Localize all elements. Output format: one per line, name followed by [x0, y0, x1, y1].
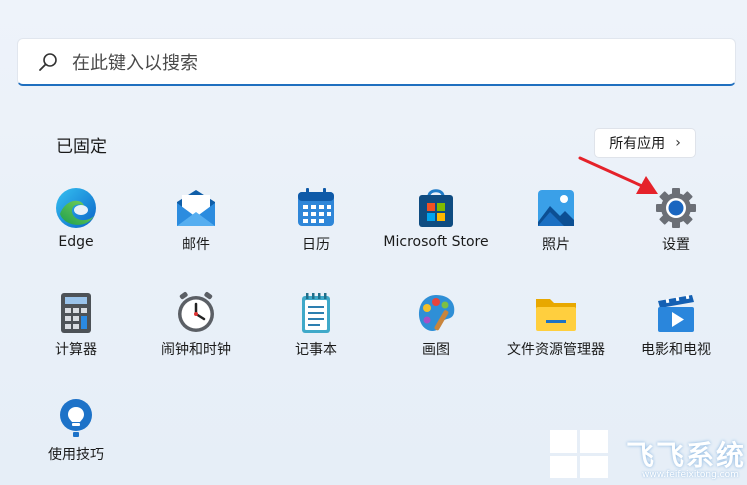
app-label: Edge	[58, 234, 94, 250]
all-apps-button[interactable]: 所有应用 ›	[594, 128, 696, 158]
app-tile-mail[interactable]: 邮件	[136, 186, 256, 254]
app-label: 记事本	[295, 342, 337, 358]
red-arrow-icon	[578, 156, 658, 194]
alarm-clock-icon	[178, 292, 214, 332]
app-label: 闹钟和时钟	[161, 342, 231, 358]
paint-icon	[418, 295, 455, 331]
notepad-icon	[302, 293, 330, 333]
edge-icon	[56, 188, 96, 228]
app-tile-calculator[interactable]: 计算器	[16, 291, 136, 359]
app-label: 日历	[302, 237, 330, 253]
app-label: 使用技巧	[48, 447, 104, 463]
search-icon	[39, 53, 57, 71]
search-input[interactable]	[70, 49, 694, 77]
app-tile-store[interactable]: Microsoft Store	[376, 186, 496, 250]
folder-icon	[536, 299, 576, 331]
app-tile-file-explorer[interactable]: 文件资源管理器	[496, 291, 616, 359]
app-label: 照片	[542, 237, 570, 253]
app-label: Microsoft Store	[383, 234, 489, 250]
watermark-site: www.feifeixitong.com	[642, 470, 739, 480]
app-label: 电影和电视	[641, 342, 711, 358]
app-label: 画图	[422, 342, 450, 358]
search-box[interactable]	[17, 38, 736, 86]
app-label: 文件资源管理器	[507, 342, 605, 358]
mail-icon	[177, 190, 215, 226]
calendar-icon	[298, 188, 334, 226]
app-tile-tips[interactable]: 使用技巧	[16, 396, 136, 464]
settings-gear-icon	[656, 188, 696, 228]
app-label: 邮件	[182, 237, 210, 253]
chevron-right-icon: ›	[675, 135, 681, 151]
app-tile-edge[interactable]: Edge	[16, 186, 136, 250]
app-tile-calendar[interactable]: 日历	[256, 186, 376, 254]
app-label: 计算器	[55, 342, 97, 358]
watermark-brand: 飞飞系统	[626, 439, 747, 472]
app-tile-notepad[interactable]: 记事本	[256, 291, 376, 359]
store-icon	[419, 189, 453, 227]
pinned-section-title: 已固定	[56, 137, 107, 157]
app-tile-paint[interactable]: 画图	[376, 291, 496, 359]
tips-bulb-icon	[60, 399, 92, 437]
photos-icon	[538, 190, 574, 226]
app-tile-movies-tv[interactable]: 电影和电视	[616, 291, 736, 359]
calculator-icon	[61, 293, 91, 333]
windows-logo-icon	[550, 430, 608, 478]
app-label: 设置	[662, 237, 690, 253]
app-tile-alarms[interactable]: 闹钟和时钟	[136, 291, 256, 359]
all-apps-label: 所有应用	[609, 136, 666, 152]
watermark: 飞飞系统 www.feifeixitong.com	[548, 428, 747, 484]
movies-tv-icon	[658, 294, 694, 332]
